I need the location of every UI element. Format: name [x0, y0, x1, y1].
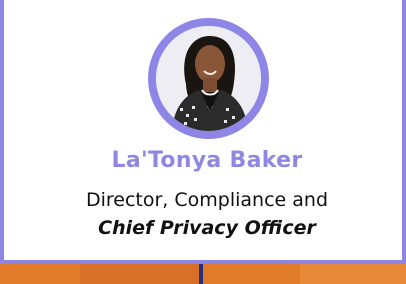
avatar [156, 26, 261, 131]
profile-card: La'Tonya Baker Director, Compliance and … [0, 0, 406, 264]
profile-title-line2: Chief Privacy Officer [98, 217, 316, 239]
profile-page: La'Tonya Baker Director, Compliance and … [0, 0, 406, 284]
footer-shade [80, 264, 200, 284]
profile-name: La'Tonya Baker [111, 148, 303, 173]
avatar-ring [148, 18, 269, 139]
profile-title-line1: Director, Compliance and [85, 189, 329, 211]
footer-band [0, 264, 406, 284]
footer-shade [300, 264, 406, 284]
profile-photo-icon [156, 26, 261, 131]
footer-divider [199, 264, 203, 284]
